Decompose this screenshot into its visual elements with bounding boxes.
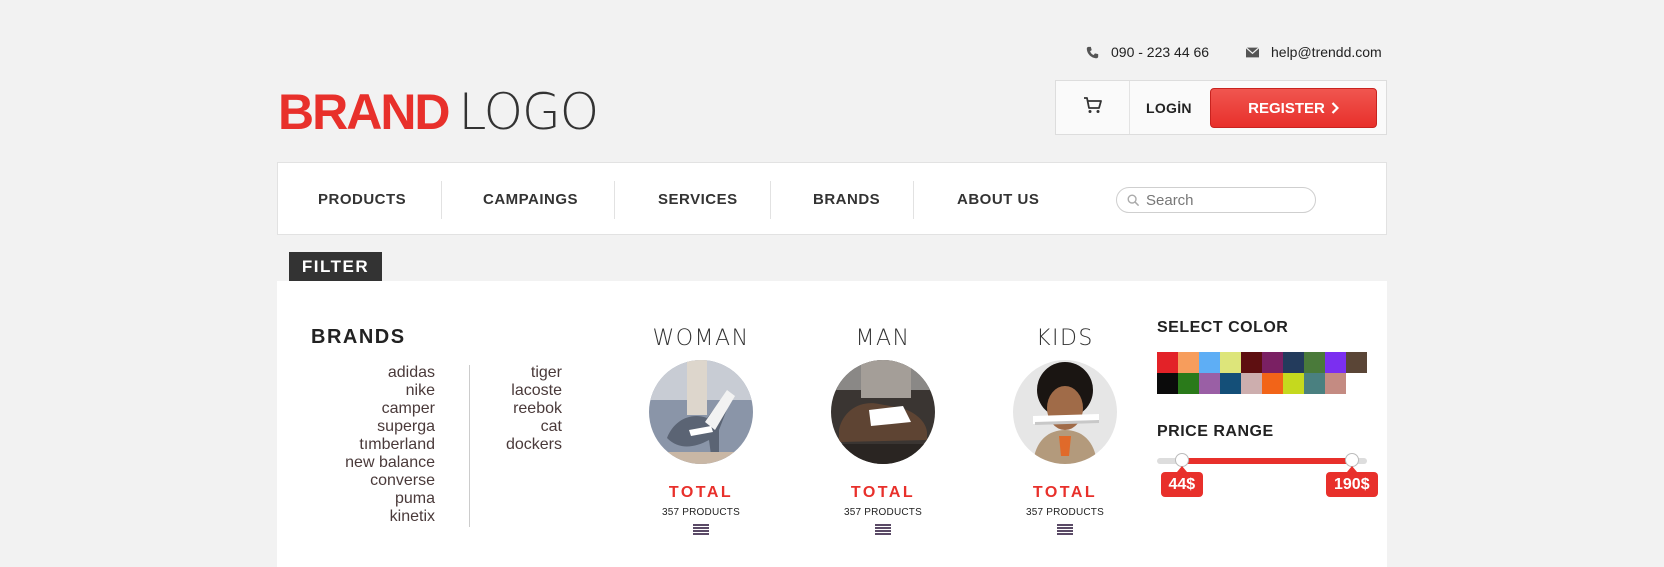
main-nav: PRODUCTS CAMPAINGS SERVICES BRANDS ABOUT… — [277, 162, 1387, 235]
category-kids[interactable]: KIDS TOTAL 357 PRODUCTS — [1005, 326, 1125, 536]
price-range-heading: PRICE RANGE — [1157, 423, 1274, 440]
color-swatch[interactable] — [1220, 373, 1241, 394]
nav-item-brands[interactable]: BRANDS — [813, 191, 880, 208]
color-swatch[interactable] — [1220, 352, 1241, 373]
nav-divider — [441, 181, 442, 219]
phone-contact[interactable]: 090 - 223 44 66 — [1085, 44, 1209, 60]
price-max-handle[interactable] — [1345, 453, 1359, 467]
chevron-right-icon — [1331, 102, 1339, 114]
brand-link[interactable]: kinetix — [297, 508, 435, 526]
select-color-heading: SELECT COLOR — [1157, 319, 1289, 336]
color-swatch[interactable] — [1241, 352, 1262, 373]
category-total-label: TOTAL — [668, 484, 734, 501]
nav-divider — [913, 181, 914, 219]
brand-link[interactable]: tiger — [482, 364, 562, 382]
color-swatches — [1157, 352, 1368, 394]
brands-heading: BRANDS — [311, 326, 406, 348]
nav-divider — [614, 181, 615, 219]
register-label: REGISTER — [1248, 99, 1325, 117]
brand-link[interactable]: reebok — [482, 400, 562, 418]
search-icon — [1127, 194, 1140, 207]
category-count: 357 PRODUCTS — [1026, 507, 1104, 518]
color-swatch[interactable] — [1178, 373, 1199, 394]
category-title: KIDS — [1036, 326, 1094, 351]
color-swatch[interactable] — [1178, 352, 1199, 373]
brand-logo[interactable]: BRAND LOGO — [278, 83, 600, 141]
brand-list-right: tiger lacoste reebok cat dockers — [482, 364, 562, 454]
cart-icon — [1083, 96, 1103, 119]
nav-item-services[interactable]: SERVICES — [658, 191, 738, 208]
color-swatch[interactable] — [1241, 373, 1262, 394]
category-man[interactable]: MAN TOTAL 357 PRODUCTS — [823, 326, 943, 536]
email-address: help@trendd.com — [1271, 44, 1382, 60]
category-title: MAN — [855, 326, 911, 351]
mail-icon — [1245, 45, 1259, 59]
login-link[interactable]: LOGİN — [1146, 100, 1192, 116]
logo-light-text: LOGO — [458, 83, 600, 141]
price-min-handle[interactable] — [1175, 453, 1189, 467]
brands-divider — [469, 365, 470, 527]
list-icon[interactable] — [1057, 524, 1073, 535]
color-swatch[interactable] — [1157, 373, 1178, 394]
category-count: 357 PRODUCTS — [844, 507, 922, 518]
search-input[interactable] — [1146, 191, 1296, 209]
list-icon[interactable] — [693, 524, 709, 535]
register-button[interactable]: REGISTER — [1210, 88, 1377, 128]
filter-tab[interactable]: FILTER — [289, 252, 382, 281]
nav-item-about-us[interactable]: ABOUT US — [957, 191, 1039, 208]
color-swatch[interactable] — [1325, 352, 1346, 373]
phone-number: 090 - 223 44 66 — [1111, 44, 1210, 60]
man-shoe-photo[interactable] — [831, 360, 935, 464]
category-total-label: TOTAL — [1032, 484, 1098, 501]
price-max-label: 190$ — [1326, 466, 1378, 497]
brand-link[interactable]: lacoste — [482, 382, 562, 400]
brand-link[interactable]: new balance — [297, 454, 435, 472]
color-swatch[interactable] — [1283, 373, 1304, 394]
search-box[interactable] — [1116, 187, 1316, 213]
list-icon[interactable] — [875, 524, 891, 535]
color-swatch[interactable] — [1262, 352, 1283, 373]
email-contact[interactable]: help@trendd.com — [1245, 44, 1382, 60]
brand-link[interactable]: camper — [297, 400, 435, 418]
brand-link[interactable]: converse — [297, 472, 435, 490]
brand-link[interactable]: cat — [482, 418, 562, 436]
color-swatch[interactable] — [1325, 373, 1346, 394]
brand-link[interactable]: nike — [297, 382, 435, 400]
category-count: 357 PRODUCTS — [662, 507, 740, 518]
brand-link[interactable]: superga — [297, 418, 435, 436]
filter-panel: BRANDS adidas nike camper superga tımber… — [277, 281, 1387, 567]
brand-link[interactable]: adidas — [297, 364, 435, 382]
price-slider[interactable] — [1157, 453, 1367, 467]
brand-link[interactable]: puma — [297, 490, 435, 508]
category-total-label: TOTAL — [850, 484, 916, 501]
nav-item-campaings[interactable]: CAMPAINGS — [483, 191, 578, 208]
logo-bold-text: BRAND — [278, 84, 451, 140]
color-swatch[interactable] — [1157, 352, 1178, 373]
color-swatch[interactable] — [1199, 373, 1220, 394]
woman-shoe-photo[interactable] — [649, 360, 753, 464]
color-swatch[interactable] — [1346, 352, 1367, 373]
color-swatch[interactable] — [1199, 352, 1220, 373]
nav-item-products[interactable]: PRODUCTS — [318, 191, 406, 208]
price-min-label: 44$ — [1160, 466, 1204, 497]
color-swatch[interactable] — [1283, 352, 1304, 373]
cart-button[interactable] — [1056, 81, 1130, 134]
brand-list-left: adidas nike camper superga tımberland ne… — [297, 364, 435, 526]
user-actions: LOGİN REGISTER — [1055, 80, 1387, 135]
category-woman[interactable]: WOMAN TOTAL 357 PRODUCTS — [641, 326, 761, 536]
phone-icon — [1085, 45, 1099, 59]
brand-link[interactable]: dockers — [482, 436, 562, 454]
category-title: WOMAN — [652, 326, 750, 351]
color-swatch[interactable] — [1304, 352, 1325, 373]
color-swatch[interactable] — [1304, 373, 1325, 394]
color-swatch[interactable] — [1262, 373, 1283, 394]
brand-link[interactable]: tımberland — [297, 436, 435, 454]
price-slider-fill — [1182, 458, 1352, 464]
nav-divider — [770, 181, 771, 219]
kid-shoe-photo[interactable] — [1013, 360, 1117, 464]
